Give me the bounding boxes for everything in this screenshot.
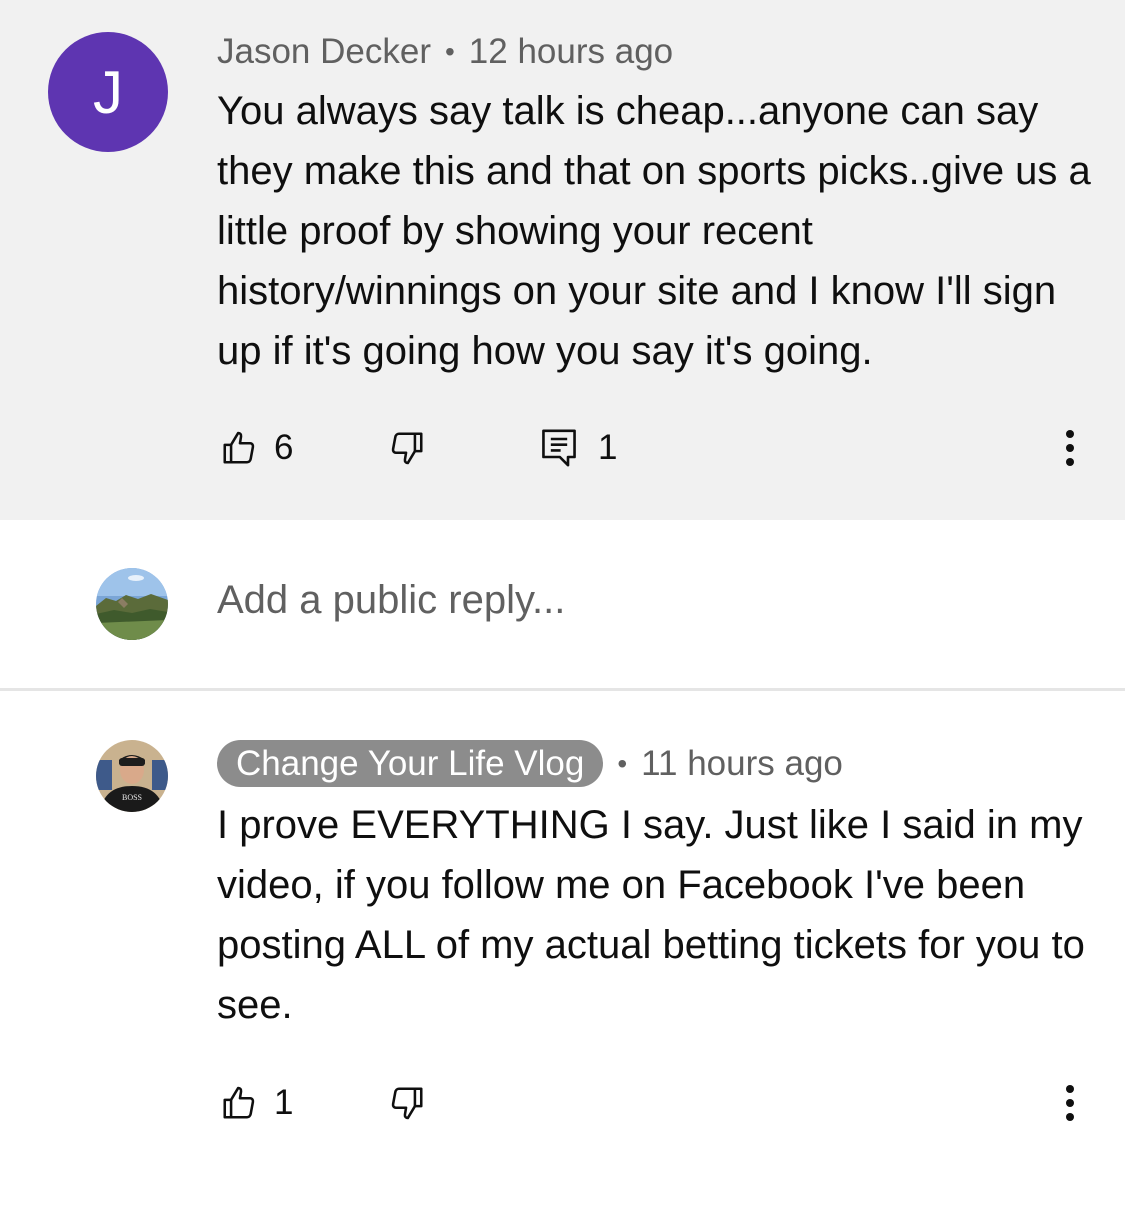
avatar-letter: J <box>93 58 123 126</box>
comment-more-button[interactable] <box>1050 418 1090 478</box>
reply-author-chip[interactable]: Change Your Life Vlog <box>217 740 604 787</box>
like-count: 6 <box>274 428 294 467</box>
comment-meta: Jason Decker • 12 hours ago <box>217 28 673 76</box>
reply-actions: 1 <box>0 1073 1125 1133</box>
comments-page: J Jason Decker • 12 hours ago You always… <box>0 0 1125 1209</box>
reply-more-button[interactable] <box>1050 1073 1090 1133</box>
reply-meta: Change Your Life Vlog • 11 hours ago <box>217 740 843 787</box>
reply-text: I prove EVERYTHING I say. Just like I sa… <box>217 803 1085 1027</box>
current-user-avatar[interactable] <box>96 568 168 640</box>
thumbs-up-icon <box>223 431 255 464</box>
like-button[interactable]: 1 <box>220 1073 293 1133</box>
thumbs-down-icon <box>391 432 423 465</box>
comment-thread-top: J Jason Decker • 12 hours ago You always… <box>0 0 1125 520</box>
avatar[interactable]: J <box>48 32 168 152</box>
thumbs-up-icon <box>223 1086 255 1119</box>
more-vertical-icon <box>1066 430 1074 466</box>
dislike-button[interactable] <box>388 1073 426 1133</box>
meta-separator: • <box>444 36 455 67</box>
reply-count: 1 <box>598 428 618 467</box>
more-vertical-icon <box>1066 1085 1074 1121</box>
comment-reply-icon <box>542 429 576 467</box>
comment-actions: 6 1 <box>0 418 1125 478</box>
hat-logo-text: BOSS <box>122 793 142 802</box>
comment-author[interactable]: Jason Decker <box>217 32 431 72</box>
comment-timestamp: 12 hours ago <box>468 32 674 71</box>
thumbs-down-icon <box>391 1087 423 1120</box>
reply-author-avatar[interactable]: BOSS <box>96 740 168 812</box>
reply-input[interactable]: Add a public reply... <box>217 578 565 623</box>
reply-composer: Add a public reply... <box>0 520 1125 688</box>
dislike-button[interactable] <box>388 418 426 478</box>
like-count: 1 <box>274 1083 294 1122</box>
comment-text: You always say talk is cheap...anyone ca… <box>217 89 1091 373</box>
like-button[interactable]: 6 <box>220 418 293 478</box>
reply-button[interactable]: 1 <box>541 418 617 478</box>
landscape-photo-icon <box>96 568 168 640</box>
reply-timestamp: 11 hours ago <box>641 743 843 783</box>
meta-separator: • <box>617 747 628 779</box>
divider <box>0 688 1125 691</box>
person-photo-icon: BOSS <box>96 740 168 812</box>
